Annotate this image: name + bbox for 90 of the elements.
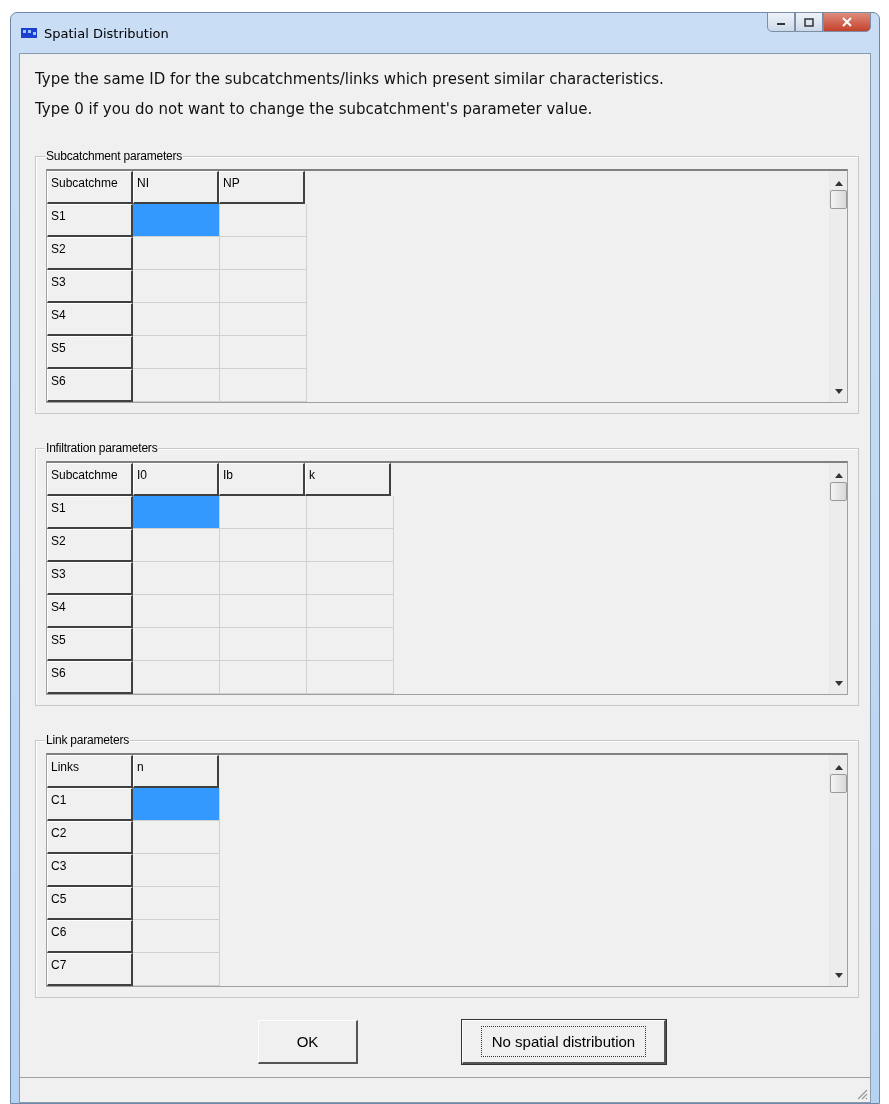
resize-grip-icon[interactable] (856, 1088, 868, 1100)
scroll-down-icon[interactable] (834, 681, 843, 686)
scroll-thumb[interactable] (830, 190, 847, 209)
grid-cell[interactable] (220, 369, 307, 402)
column-header: Links (47, 755, 133, 788)
dialog-button[interactable]: OK (258, 1020, 358, 1064)
instruction-text: Type 0 if you do not want to change the subcatchment's parameter value. (35, 99, 594, 120)
row-header: S3 (47, 562, 133, 595)
app-icon (21, 26, 37, 40)
scroll-down-icon[interactable] (834, 973, 843, 978)
grid-cell[interactable] (133, 788, 220, 821)
column-header: Subcatchme (47, 171, 133, 204)
row-header: C1 (47, 788, 133, 821)
grid-cell[interactable] (220, 204, 307, 237)
grid-cell[interactable] (307, 595, 394, 628)
grid-cell[interactable] (307, 562, 394, 595)
minimize-button[interactable] (767, 12, 795, 32)
scroll-up-icon[interactable] (834, 473, 843, 478)
grid-cell[interactable] (133, 661, 220, 694)
scroll-thumb[interactable] (830, 774, 847, 793)
grid-cell[interactable] (220, 237, 307, 270)
grid-cell[interactable] (220, 661, 307, 694)
row-header: C2 (47, 821, 133, 854)
grid-cell[interactable] (307, 529, 394, 562)
scroll-up-icon[interactable] (834, 181, 843, 186)
row-header: S1 (47, 496, 133, 529)
column-header: k (305, 463, 391, 496)
grid-cell[interactable] (307, 628, 394, 661)
scroll-thumb[interactable] (830, 482, 847, 501)
grid-cell[interactable] (133, 369, 220, 402)
close-icon (841, 17, 853, 27)
grid-cell[interactable] (133, 887, 220, 920)
grid-cell[interactable] (133, 270, 220, 303)
grid-cell[interactable] (133, 496, 220, 529)
grid-cell[interactable] (220, 336, 307, 369)
row-header: S4 (47, 595, 133, 628)
row-header: S6 (47, 369, 133, 402)
group-title: Infiltration parameters (45, 441, 159, 455)
grid-cell[interactable] (220, 303, 307, 336)
row-header: S1 (47, 204, 133, 237)
grid-cell[interactable] (133, 562, 220, 595)
grid-cell[interactable] (133, 920, 220, 953)
grid-cell[interactable] (220, 595, 307, 628)
close-button[interactable] (823, 12, 871, 32)
row-header: S5 (47, 336, 133, 369)
group-title: Link parameters (45, 733, 131, 747)
column-header: Ib (219, 463, 305, 496)
vertical-scrollbar[interactable] (829, 755, 847, 986)
column-header: I0 (133, 463, 219, 496)
grid-cell[interactable] (133, 628, 220, 661)
grid-cell[interactable] (220, 496, 307, 529)
grid-cell[interactable] (133, 595, 220, 628)
row-header: S4 (47, 303, 133, 336)
scroll-up-icon[interactable] (834, 765, 843, 770)
grid-cell[interactable] (133, 336, 220, 369)
grid-cell[interactable] (307, 496, 394, 529)
row-header: C3 (47, 854, 133, 887)
grid-cell[interactable] (220, 628, 307, 661)
column-header: NP (219, 171, 305, 204)
row-header: S2 (47, 529, 133, 562)
dialog-button[interactable]: No spatial distribution (462, 1020, 666, 1064)
instruction-text: Type the same ID for the subcatchments/links which present similar characteristics. (35, 69, 665, 90)
grid-cell[interactable] (133, 303, 220, 336)
maximize-icon (804, 17, 814, 27)
vertical-scrollbar[interactable] (829, 463, 847, 694)
grid-cell[interactable] (220, 270, 307, 303)
row-header: C5 (47, 887, 133, 920)
scroll-down-icon[interactable] (834, 389, 843, 394)
grid-cell[interactable] (133, 237, 220, 270)
column-header: NI (133, 171, 219, 204)
maximize-button[interactable] (795, 12, 823, 32)
row-header: S6 (47, 661, 133, 694)
grid-cell[interactable] (133, 854, 220, 887)
grid-cell[interactable] (133, 821, 220, 854)
row-header: S2 (47, 237, 133, 270)
grid-cell[interactable] (220, 529, 307, 562)
grid-cell[interactable] (307, 661, 394, 694)
row-header: S3 (47, 270, 133, 303)
grid-cell[interactable] (133, 204, 220, 237)
grid-cell[interactable] (133, 953, 220, 986)
column-header: n (133, 755, 219, 788)
grid-cell[interactable] (220, 562, 307, 595)
group-title: Subcatchment parameters (45, 149, 184, 163)
grid-cell[interactable] (133, 529, 220, 562)
window-title: Spatial Distribution (44, 25, 169, 41)
row-header: S5 (47, 628, 133, 661)
row-header: C7 (47, 953, 133, 986)
column-header: Subcatchme (47, 463, 133, 496)
row-header: C6 (47, 920, 133, 953)
vertical-scrollbar[interactable] (829, 171, 847, 402)
